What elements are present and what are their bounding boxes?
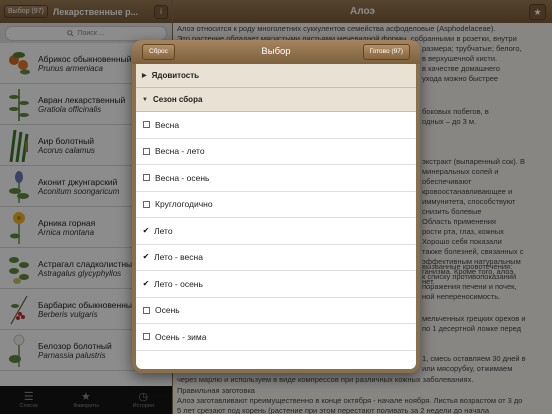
option-label: Осень - зима xyxy=(155,331,207,342)
option-label: Весна - лето xyxy=(155,146,205,157)
option-autumn-winter[interactable]: Осень - зима xyxy=(136,324,416,351)
group-toxicity[interactable]: ▶ Ядовитость xyxy=(136,64,416,88)
group-label: Сезон сбора xyxy=(152,95,203,104)
option-label: Весна - осень xyxy=(155,172,210,183)
checkbox-unchecked-icon xyxy=(143,121,150,129)
option-label: Лето - осень xyxy=(154,278,203,289)
filter-list: ▶ Ядовитость ▼ Сезон сбора Весна Весна -… xyxy=(136,64,416,369)
option-summer-spring[interactable]: ✔ Лето - весна xyxy=(136,245,416,271)
checkmark-icon: ✔ xyxy=(142,278,150,288)
option-autumn[interactable]: Осень xyxy=(136,298,416,324)
option-spring[interactable]: Весна xyxy=(136,112,416,139)
option-label: Лето - весна xyxy=(154,252,203,263)
checkmark-icon: ✔ xyxy=(142,252,150,262)
option-spring-summer[interactable]: Весна - лето xyxy=(136,139,416,165)
group-label: Ядовитость xyxy=(151,71,200,80)
option-label: Лето xyxy=(154,225,173,236)
group-harvest-season[interactable]: ▼ Сезон сбора xyxy=(136,88,416,112)
checkmark-icon: ✔ xyxy=(142,225,150,235)
option-year-round[interactable]: Круглогодично xyxy=(136,192,416,218)
triangle-down-icon: ▼ xyxy=(142,96,148,103)
checkbox-unchecked-icon xyxy=(143,147,150,155)
checkbox-unchecked-icon xyxy=(143,333,150,341)
checkbox-unchecked-icon xyxy=(143,200,150,208)
popover-header: Сброс Выбор Готово (97) xyxy=(132,40,420,64)
option-label: Осень xyxy=(155,305,180,316)
option-label: Круглогодично xyxy=(155,199,213,210)
checkbox-unchecked-icon xyxy=(143,306,150,314)
option-spring-autumn[interactable]: Весна - осень xyxy=(136,165,416,192)
done-button[interactable]: Готово (97) xyxy=(362,44,410,60)
option-summer-autumn[interactable]: ✔ Лето - осень xyxy=(136,271,416,298)
option-summer[interactable]: ✔ Лето xyxy=(136,218,416,245)
triangle-right-icon: ▶ xyxy=(142,73,147,79)
option-label: Весна xyxy=(155,119,180,130)
checkbox-unchecked-icon xyxy=(143,174,150,182)
selection-popover: Сброс Выбор Готово (97) ▶ Ядовитость ▼ С… xyxy=(132,40,420,373)
